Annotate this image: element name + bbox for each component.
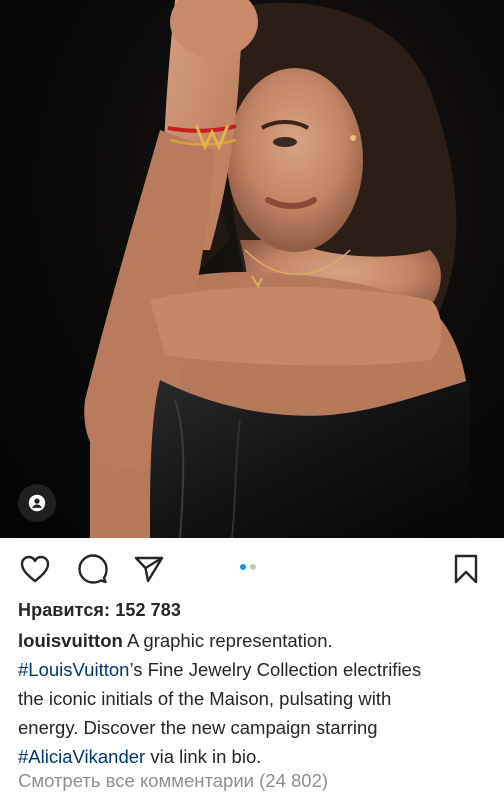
heart-icon [20,555,50,583]
carousel-indicator [240,564,256,570]
carousel-dot [250,564,256,570]
likes-count[interactable]: Нравится: 152 783 [18,600,181,621]
bookmark-icon [454,554,478,584]
caption-line: #LouisVuitton’s Fine Jewelry Collection … [18,655,490,684]
caption-text: ’s Fine Jewelry Collection electrifies [129,659,422,680]
caption-username[interactable]: louisvuitton [18,630,123,651]
hashtag-link[interactable]: #LouisVuitton [18,659,129,680]
person-icon [28,494,46,512]
share-button[interactable] [132,552,166,586]
like-button[interactable] [18,552,52,586]
comment-button[interactable] [76,552,110,586]
carousel-dot-active [240,564,246,570]
post-caption: louisvuitton A graphic representation. #… [18,626,490,771]
view-all-comments-link[interactable]: Смотреть все комментарии (24 802) [18,770,328,792]
caption-text: via link in bio. [145,746,262,767]
caption-line: louisvuitton A graphic representation. [18,626,490,655]
hashtag-link[interactable]: #AliciaVikander [18,746,145,767]
comment-icon [78,554,108,584]
caption-text: A graphic representation. [122,630,333,651]
tagged-people-button[interactable] [18,484,56,522]
caption-line: #AliciaVikander via link in bio. [18,742,490,771]
post-photo[interactable] [0,0,504,538]
save-button[interactable] [449,552,483,586]
caption-text: energy. Discover the new campaign starri… [18,717,378,738]
post-actions-bar [0,538,504,600]
post-photo-illustration [84,0,470,538]
paper-plane-icon [134,556,164,583]
caption-text: the iconic initials of the Maison, pulsa… [18,688,392,709]
